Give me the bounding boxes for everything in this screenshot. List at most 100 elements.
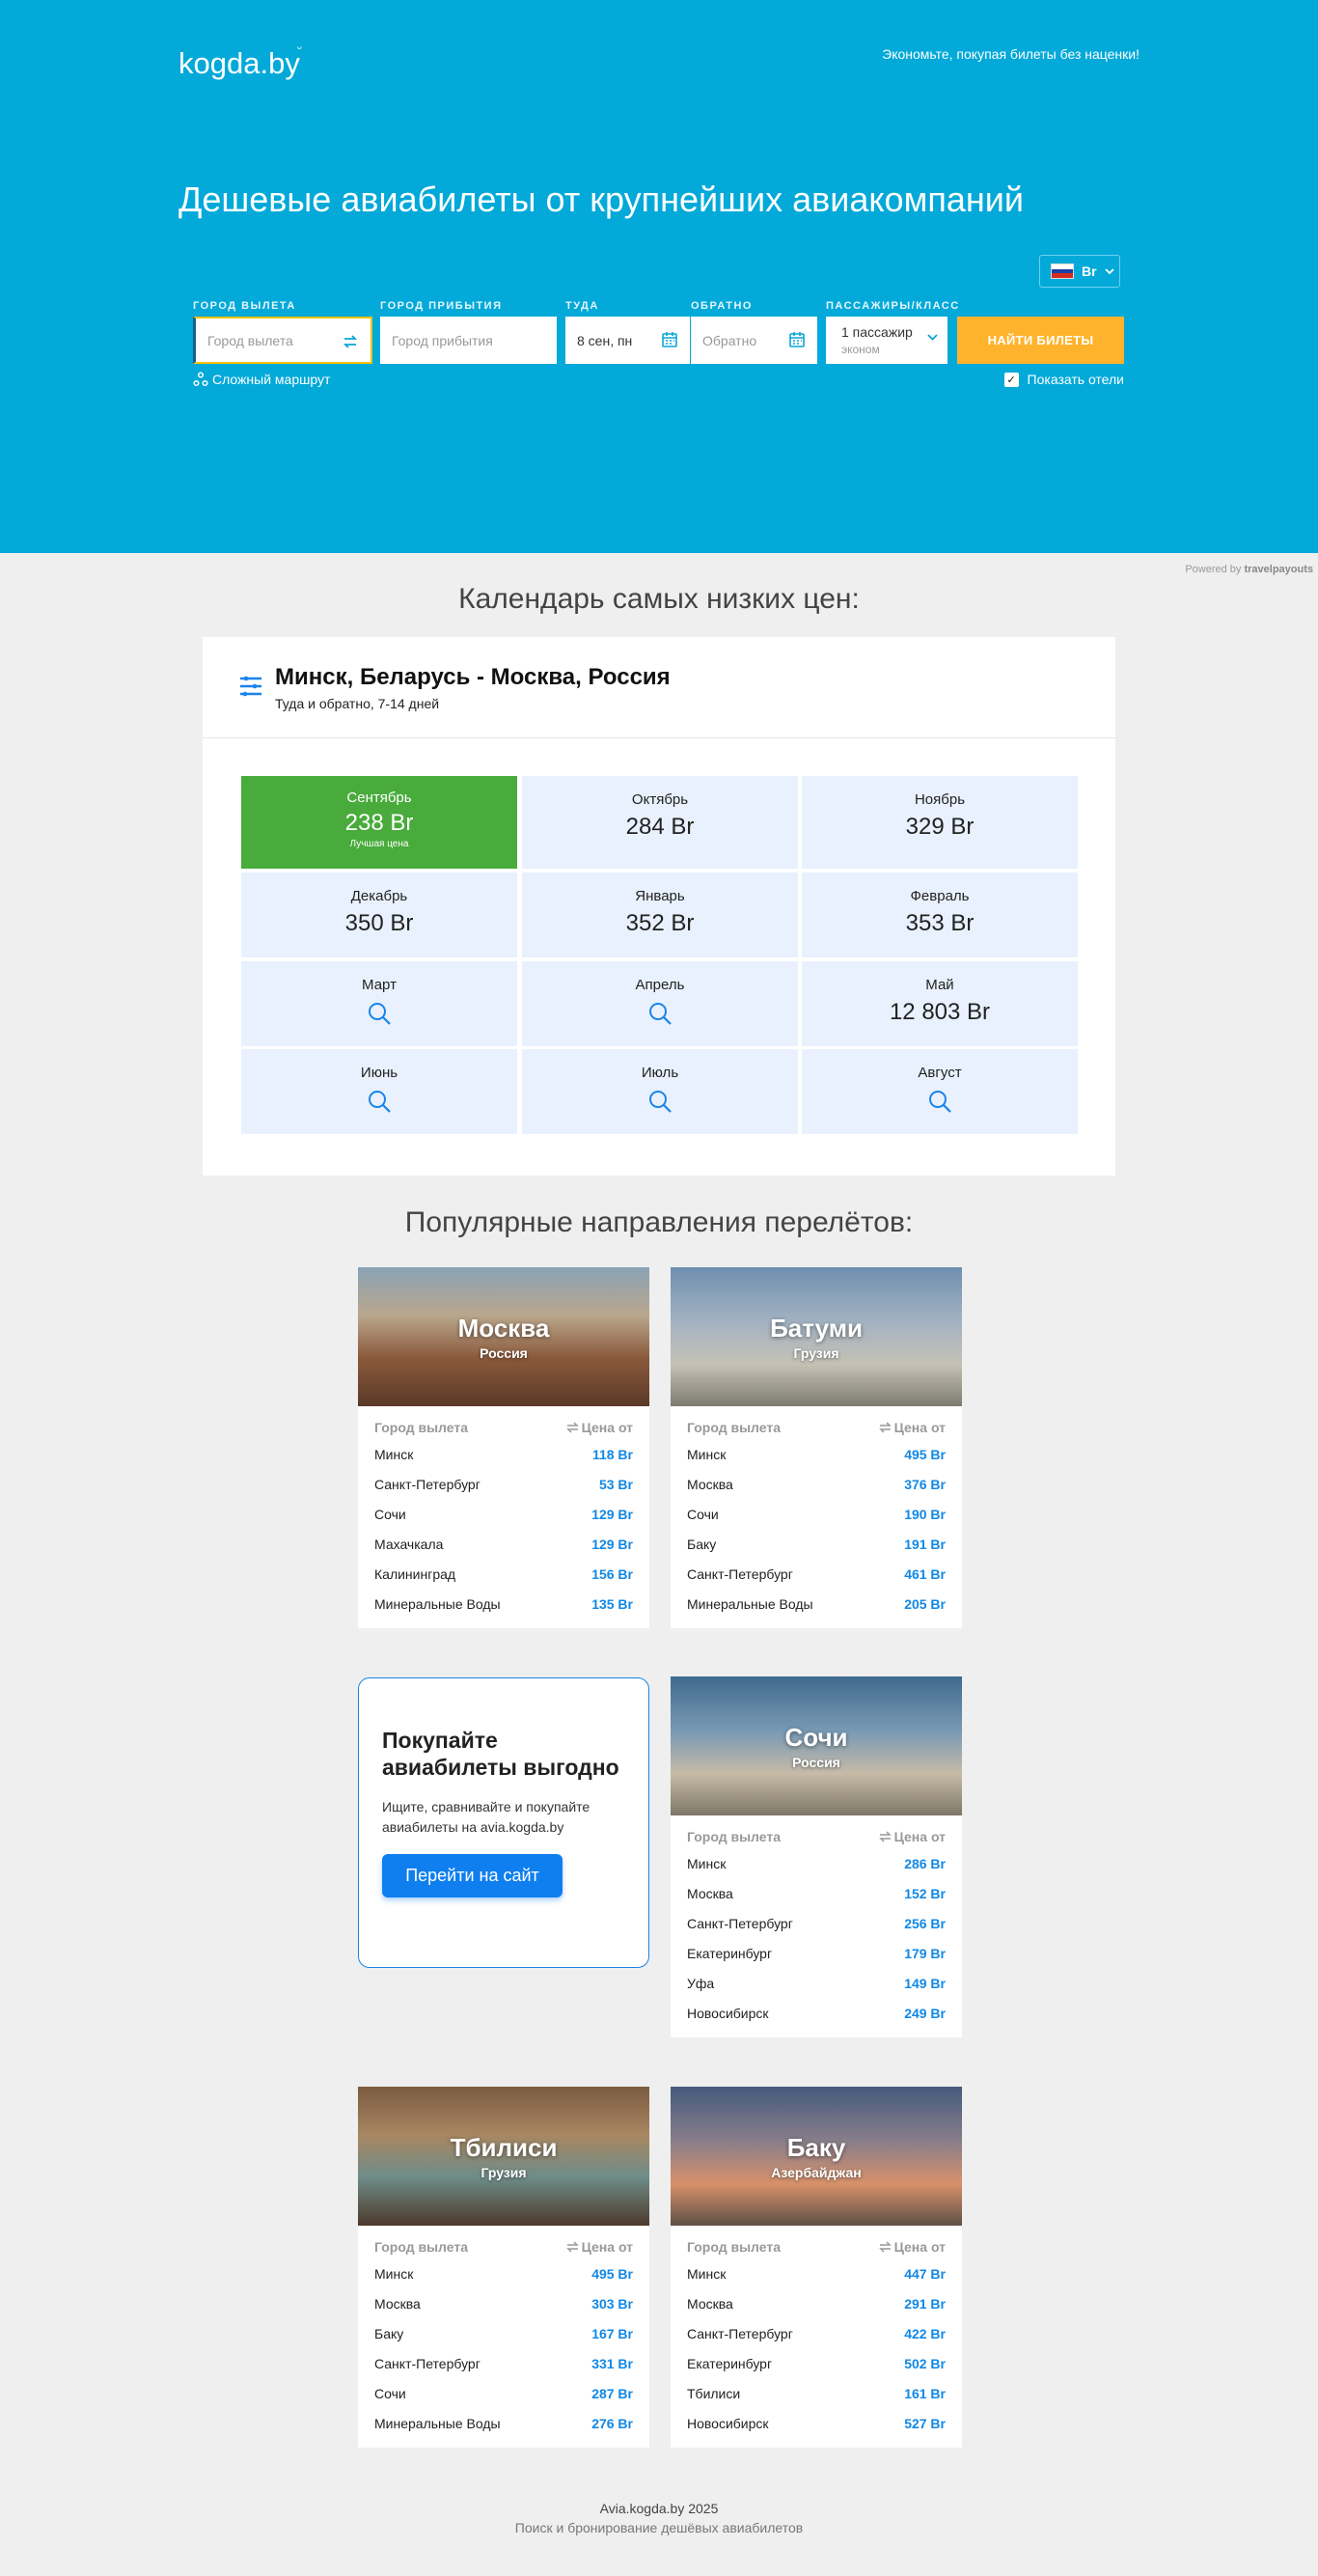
- complex-route-link[interactable]: Сложный маршрут: [193, 372, 330, 387]
- from-placeholder: Город вылета: [207, 332, 293, 348]
- show-hotels-toggle[interactable]: ✓ Показать отели: [1003, 372, 1124, 387]
- route-price[interactable]: 149 Br: [904, 1976, 946, 1991]
- route-price[interactable]: 376 Br: [904, 1477, 946, 1492]
- calendar-month-cell[interactable]: Июнь: [241, 1049, 517, 1134]
- route-row[interactable]: Уфа 149 Br: [671, 1968, 962, 1998]
- route-row[interactable]: Санкт-Петербург 53 Br: [358, 1469, 649, 1499]
- route-price[interactable]: 179 Br: [904, 1946, 946, 1961]
- currency-selector[interactable]: Br: [1039, 255, 1120, 288]
- route-price[interactable]: 190 Br: [904, 1507, 946, 1522]
- from-input[interactable]: Город вылета: [193, 317, 372, 364]
- route-price[interactable]: 191 Br: [904, 1537, 946, 1552]
- route-row[interactable]: Минск 447 Br: [671, 2258, 962, 2288]
- route-price[interactable]: 291 Br: [904, 2296, 946, 2312]
- route-row[interactable]: Минск 118 Br: [358, 1439, 649, 1469]
- route-price[interactable]: 161 Br: [904, 2386, 946, 2401]
- route-price[interactable]: 461 Br: [904, 1566, 946, 1582]
- swap-icon[interactable]: [342, 333, 359, 350]
- route-row[interactable]: Минск 495 Br: [358, 2258, 649, 2288]
- route-price[interactable]: 129 Br: [591, 1507, 633, 1522]
- route-price[interactable]: 167 Br: [591, 2326, 633, 2341]
- col-price: Цена от: [878, 2239, 946, 2255]
- route-price[interactable]: 331 Br: [591, 2356, 633, 2371]
- checkbox-checked-icon[interactable]: ✓: [1003, 372, 1019, 387]
- route-price[interactable]: 303 Br: [591, 2296, 633, 2312]
- calendar-month-cell[interactable]: Декабрь 350 Br: [241, 873, 517, 957]
- month-name: Март: [362, 977, 397, 993]
- route-row[interactable]: Екатеринбург 502 Br: [671, 2348, 962, 2378]
- route-price[interactable]: 287 Br: [591, 2386, 633, 2401]
- route-row[interactable]: Новосибирск 249 Br: [671, 1998, 962, 2028]
- route-row[interactable]: Екатеринбург 179 Br: [671, 1938, 962, 1968]
- route-row[interactable]: Баку 191 Br: [671, 1529, 962, 1559]
- destination-card[interactable]: Тбилиси Грузия Город вылета Цена от Минск 495…: [358, 2087, 649, 2448]
- route-price[interactable]: 256 Br: [904, 1916, 946, 1931]
- destination-card[interactable]: Баку Азербайджан Город вылета Цена от Минск 4…: [671, 2087, 962, 2448]
- route-row[interactable]: Баку 167 Br: [358, 2318, 649, 2348]
- route-row[interactable]: Минеральные Воды 276 Br: [358, 2408, 649, 2438]
- calendar-month-cell[interactable]: Март: [241, 961, 517, 1046]
- route-price[interactable]: 152 Br: [904, 1886, 946, 1901]
- route-row[interactable]: Новосибирск 527 Br: [671, 2408, 962, 2438]
- route-row[interactable]: Минск 286 Br: [671, 1848, 962, 1878]
- filter-sliders-icon[interactable]: [239, 674, 262, 699]
- passengers-selector[interactable]: 1 пассажир эконом: [826, 317, 947, 364]
- route-row[interactable]: Сочи 190 Br: [671, 1499, 962, 1529]
- route-price[interactable]: 422 Br: [904, 2326, 946, 2341]
- calendar-month-cell[interactable]: Октябрь 284 Br: [522, 776, 798, 869]
- calendar-month-cell[interactable]: Апрель: [522, 961, 798, 1046]
- calendar-month-cell[interactable]: Февраль 353 Br: [802, 873, 1078, 957]
- route-row[interactable]: Москва 152 Br: [671, 1878, 962, 1908]
- depart-date-input[interactable]: 8 сен, пн: [565, 317, 690, 364]
- route-price[interactable]: 249 Br: [904, 2006, 946, 2021]
- calendar-month-cell[interactable]: Сентябрь 238 Br Лучшая цена: [241, 776, 517, 869]
- route-price[interactable]: 495 Br: [591, 2266, 633, 2282]
- route-row[interactable]: Сочи 129 Br: [358, 1499, 649, 1529]
- destination-card[interactable]: Москва Россия Город вылета Цена от Минск 118 …: [358, 1267, 649, 1628]
- route-price[interactable]: 502 Br: [904, 2356, 946, 2371]
- calendar-month-cell[interactable]: Январь 352 Br: [522, 873, 798, 957]
- month-price: 238 Br: [344, 810, 414, 836]
- route-row[interactable]: Минск 495 Br: [671, 1439, 962, 1469]
- route-price[interactable]: 447 Br: [904, 2266, 946, 2282]
- destination-card[interactable]: Батуми Грузия Город вылета Цена от Минск 495 …: [671, 1267, 962, 1628]
- site-logo[interactable]: kogda.by ᵕ: [178, 41, 302, 81]
- go-to-site-button[interactable]: Перейти на сайт: [382, 1854, 563, 1897]
- route-row[interactable]: Санкт-Петербург 331 Br: [358, 2348, 649, 2378]
- route-price[interactable]: 53 Br: [599, 1477, 633, 1492]
- route-row[interactable]: Москва 291 Br: [671, 2288, 962, 2318]
- search-button[interactable]: НАЙТИ БИЛЕТЫ: [957, 317, 1124, 364]
- calendar-month-cell[interactable]: Август: [802, 1049, 1078, 1134]
- to-input[interactable]: Город прибытия: [380, 317, 557, 364]
- route-price[interactable]: 135 Br: [591, 1596, 633, 1612]
- route-price[interactable]: 118 Br: [592, 1447, 633, 1462]
- route-row[interactable]: Минеральные Воды 205 Br: [671, 1589, 962, 1619]
- destination-card[interactable]: Сочи Россия Город вылета Цена от Минск 286 Br…: [671, 1676, 962, 2037]
- route-price[interactable]: 286 Br: [904, 1856, 946, 1871]
- route-row[interactable]: Санкт-Петербург 422 Br: [671, 2318, 962, 2348]
- calendar-icon: [789, 332, 805, 347]
- route-row[interactable]: Сочи 287 Br: [358, 2378, 649, 2408]
- col-price: Цена от: [878, 1420, 946, 1435]
- route-row[interactable]: Санкт-Петербург 461 Br: [671, 1559, 962, 1589]
- route-price[interactable]: 527 Br: [904, 2416, 946, 2431]
- route-price[interactable]: 205 Br: [904, 1596, 946, 1612]
- origin-city: Уфа: [687, 1975, 715, 1991]
- calendar-month-cell[interactable]: Май 12 803 Br: [802, 961, 1078, 1046]
- route-price[interactable]: 276 Br: [591, 2416, 633, 2431]
- route-row[interactable]: Москва 376 Br: [671, 1469, 962, 1499]
- route-row[interactable]: Санкт-Петербург 256 Br: [671, 1908, 962, 1938]
- return-date-input[interactable]: Обратно: [691, 317, 817, 364]
- swap-icon: [878, 2241, 892, 2253]
- powered-by[interactable]: Powered by travelpayouts: [1185, 564, 1313, 575]
- route-row[interactable]: Махачкала 129 Br: [358, 1529, 649, 1559]
- route-row[interactable]: Калининград 156 Br: [358, 1559, 649, 1589]
- route-row[interactable]: Москва 303 Br: [358, 2288, 649, 2318]
- route-price[interactable]: 495 Br: [904, 1447, 946, 1462]
- calendar-month-cell[interactable]: Ноябрь 329 Br: [802, 776, 1078, 869]
- route-price[interactable]: 156 Br: [591, 1566, 633, 1582]
- route-price[interactable]: 129 Br: [591, 1537, 633, 1552]
- route-row[interactable]: Минеральные Воды 135 Br: [358, 1589, 649, 1619]
- calendar-month-cell[interactable]: Июль: [522, 1049, 798, 1134]
- route-row[interactable]: Тбилиси 161 Br: [671, 2378, 962, 2408]
